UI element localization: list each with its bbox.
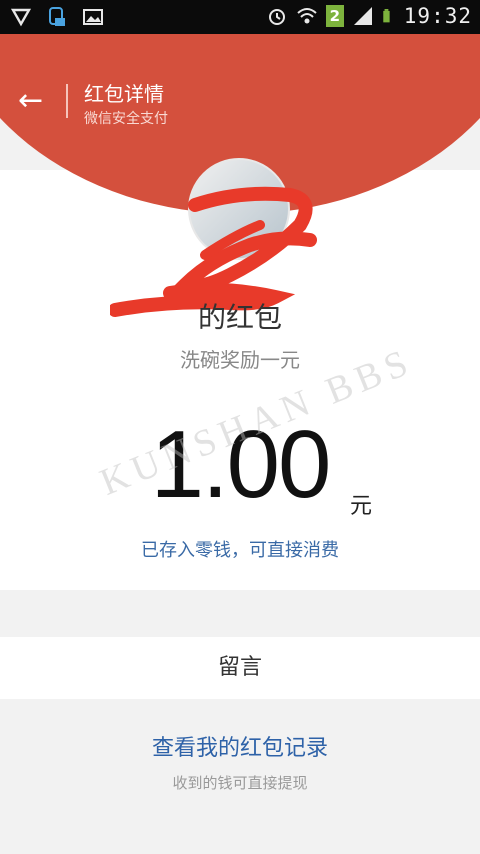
battery-icon — [383, 9, 390, 23]
view-records-link[interactable]: 查看我的红包记录 — [0, 730, 480, 762]
avatar[interactable] — [188, 158, 290, 260]
amount: 1.00 — [150, 411, 332, 518]
deposit-note[interactable]: 已存入零钱，可直接消费 — [0, 536, 480, 562]
shield-icon — [10, 8, 32, 27]
status-bar: 2 19:32 — [0, 0, 480, 34]
records-note: 收到的钱可直接提现 — [172, 774, 308, 792]
sim-badge: 2 — [325, 5, 344, 27]
back-arrow-icon[interactable]: ← — [18, 86, 43, 116]
clock: 19:32 — [403, 4, 472, 28]
signal-icon — [353, 7, 372, 25]
sender-name: 的红包 — [197, 301, 282, 334]
wifi-icon — [297, 8, 317, 24]
amount-wrap: 1.00 — [0, 410, 480, 520]
alarm-icon — [268, 9, 285, 25]
message-button[interactable]: 留言 — [0, 637, 480, 699]
page-subtitle: 微信安全支付 — [84, 111, 168, 127]
image-icon — [83, 9, 103, 25]
divider — [66, 84, 68, 118]
amount-unit: 元 — [350, 494, 373, 519]
packet-remark: 洗碗奖励一元 — [180, 348, 300, 372]
notification-icon — [49, 7, 65, 26]
page-title: 红包详情 — [84, 82, 164, 106]
